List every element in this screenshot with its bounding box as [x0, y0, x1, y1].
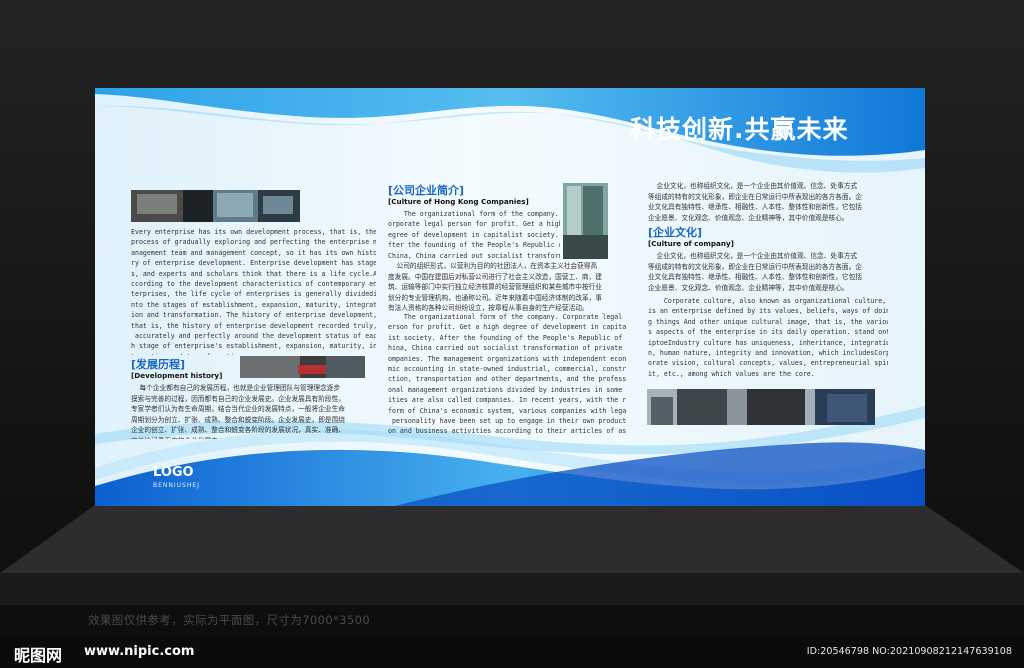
- intro-text-en: Every enterprise has its own development…: [131, 228, 376, 355]
- glass-building-photo: [563, 183, 608, 259]
- preview-caption: 效果图仅供参考，实际为平面图，尺寸为7000*3500: [88, 613, 371, 627]
- development-history-subheading: [Development history]: [131, 371, 223, 380]
- building-photo-strip: [131, 190, 300, 222]
- corporate-culture-text-en: Corporate culture, also known as organiz…: [648, 297, 888, 378]
- company-profile-text-en-2: The organizational form of the company. …: [388, 313, 626, 438]
- image-id: ID:20546798 NO:20210908212147639108: [806, 646, 1012, 657]
- company-profile-subheading: [Culture of Hong Kong Companies]: [388, 197, 529, 206]
- company-profile-text-en-1: The organizational form of the company. …: [388, 210, 560, 260]
- corporate-culture-heading: [企业文化]: [648, 226, 703, 239]
- development-history-text: 每个企业都有自己的发展历程，也就是企业管理团队与管理理念逐步 摸索与完善的过程，…: [131, 384, 345, 439]
- company-profile-text-cn: 公司的组织形式，以营利为目的的社团法人，在资本主义社会获得高 度发展。中国在建国…: [388, 262, 602, 313]
- corporate-culture-text-cn: 企业文化，也称组织文化，是一个企业由其价值观、信念、处事方式 等组成的特有的文化…: [648, 252, 862, 292]
- site-brand[interactable]: 昵图网: [14, 642, 62, 666]
- office-building-photos: [647, 389, 875, 425]
- company-profile-heading: [公司企业简介]: [388, 184, 465, 197]
- headline: 科技创新.共赢未来: [630, 115, 849, 144]
- logo-subtitle: BENNIUSHEJ: [153, 482, 200, 489]
- logo-mark: LOGO: [153, 465, 194, 480]
- corporate-culture-subheading: [Culture of company]: [648, 239, 734, 248]
- development-history-heading: [发展历程]: [131, 358, 186, 371]
- culture-intro-text-cn: 企业文化，也称组织文化，是一个企业由其价值观、信念、处事方式 等组成的特有的文化…: [648, 182, 862, 222]
- car-photo: [240, 356, 365, 378]
- stage-floor: [0, 505, 1024, 605]
- site-url[interactable]: www.nipic.com: [84, 644, 194, 659]
